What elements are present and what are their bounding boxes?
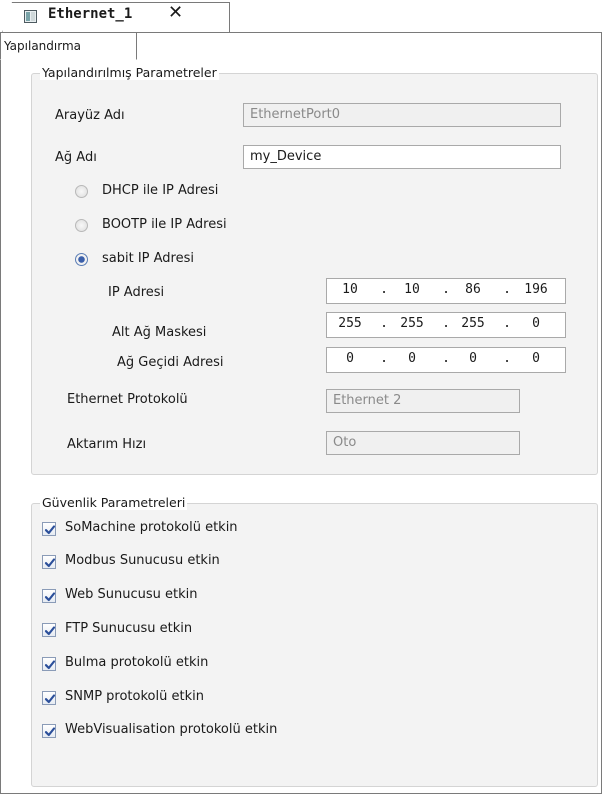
security-parameters-title: Güvenlik Parametreleri [40,495,188,510]
security-checkbox-label: WebVisualisation protokolü etkin [65,722,278,737]
configured-parameters-title: Yapılandırılmış Parametreler [40,65,219,80]
mask-octet: 0 [532,316,540,331]
gateway-octet: 0 [346,351,354,366]
tab-configuration[interactable]: Yapılandırma [0,32,137,60]
security-checkbox-label: SoMachine protokolü etkin [65,520,238,535]
close-icon[interactable]: ✕ [168,3,183,23]
subnet-mask-input[interactable]: 255 . 255 . 255 . 0 [326,312,566,338]
security-checkbox[interactable] [42,555,56,569]
ip-address-label: IP Adresi [108,285,165,300]
security-checkbox-label: Modbus Sunucusu etkin [65,553,220,568]
security-checkbox[interactable] [42,691,56,705]
checkmark-icon [44,592,56,602]
mask-octet: 255 [338,316,362,331]
security-checkbox[interactable] [42,589,56,603]
interface-name-label: Arayüz Adı [55,108,125,123]
ip-dot: . [503,316,511,331]
ip-octet: 10 [342,282,358,297]
ip-dot: . [380,282,388,297]
ip-octet: 196 [524,282,548,297]
checkmark-icon [44,694,56,704]
checkmark-icon [44,558,56,568]
static-ip-radio-label: sabit IP Adresi [102,251,194,266]
security-checkbox[interactable] [42,657,56,671]
gateway-octet: 0 [469,351,477,366]
gateway-octet: 0 [532,351,540,366]
security-checkbox-label: Bulma protokolü etkin [65,655,209,670]
security-checkbox-label: Web Sunucusu etkin [65,587,198,602]
tab-configuration-label: Yapılandırma [4,39,81,53]
gateway-label: Ağ Geçidi Adresi [117,355,224,370]
ip-dot: . [442,316,450,331]
ip-dot: . [503,282,511,297]
bootp-radio-label: BOOTP ile IP Adresi [102,217,227,232]
security-checkbox[interactable] [42,522,56,536]
ethernet-protocol-field: Ethernet 2 [326,389,520,413]
mask-octet: 255 [400,316,424,331]
security-checkbox-label: FTP Sunucusu etkin [65,621,193,636]
configured-parameters-group [31,73,598,475]
checkmark-icon [44,727,56,737]
checkmark-icon [44,525,56,535]
ip-dot: . [380,316,388,331]
ip-dot: . [442,282,450,297]
network-name-label: Ağ Adı [55,150,97,165]
mask-octet: 255 [461,316,485,331]
ethernet-protocol-label: Ethernet Protokolü [67,392,188,407]
security-checkbox[interactable] [42,724,56,738]
ip-address-input[interactable]: 10 . 10 . 86 . 196 [326,278,566,304]
dhcp-radio-label: DHCP ile IP Adresi [102,183,219,198]
security-parameters-group [31,503,598,787]
ip-dot: . [442,351,450,366]
subnet-mask-label: Alt Ağ Maskesi [112,325,207,340]
dhcp-radio[interactable] [75,185,88,198]
network-name-field[interactable]: my_Device [243,145,561,169]
gateway-input[interactable]: 0 . 0 . 0 . 0 [326,347,566,373]
gateway-octet: 0 [408,351,416,366]
ip-dot: . [380,351,388,366]
checkmark-icon [44,660,56,670]
document-tab-title: Ethernet_1 [48,6,133,22]
ip-octet: 10 [404,282,420,297]
ip-octet: 86 [465,282,481,297]
transfer-rate-field: Oto [326,431,520,455]
security-checkbox[interactable] [42,623,56,637]
ip-dot: . [503,351,511,366]
static-ip-radio[interactable] [75,253,88,266]
bootp-radio[interactable] [75,219,88,232]
interface-name-field: EthernetPort0 [243,103,561,127]
security-checkbox-label: SNMP protokolü etkin [65,689,204,704]
device-module-icon [24,10,37,23]
checkmark-icon [44,626,56,636]
transfer-rate-label: Aktarım Hızı [67,437,147,452]
